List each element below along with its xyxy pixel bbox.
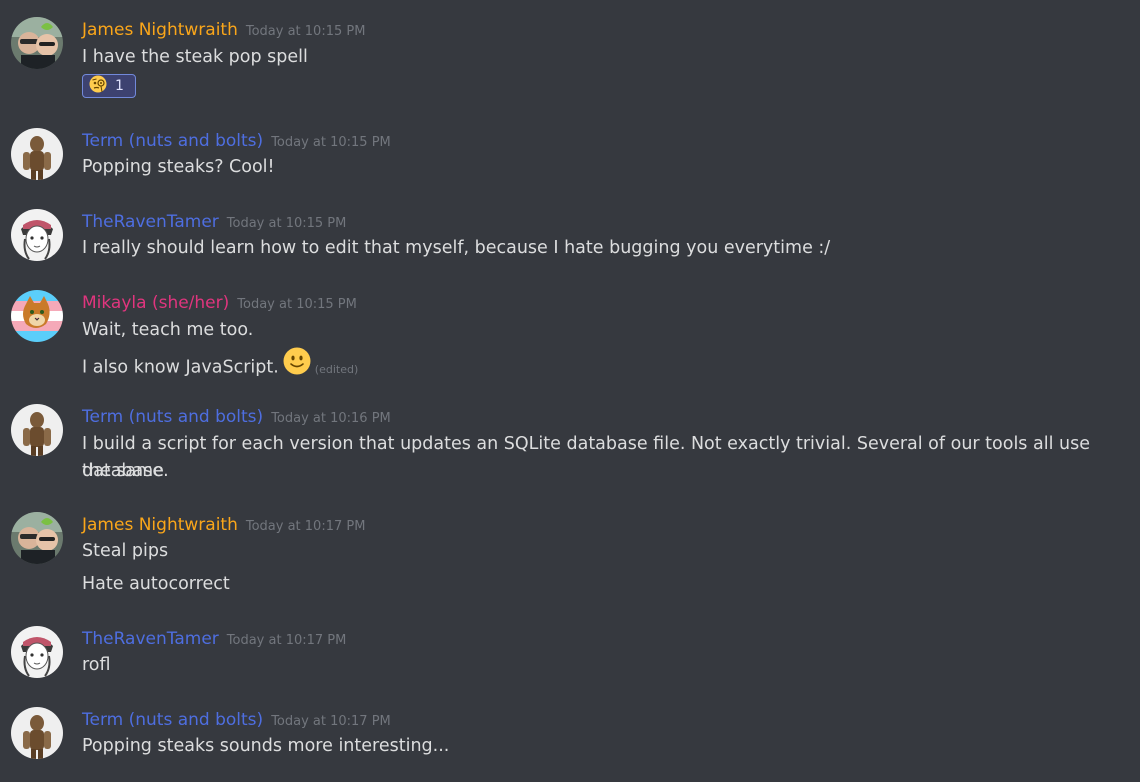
james-avatar-icon[interactable] — [11, 17, 63, 69]
chat-message-list: James Nightwraith Today at 10:15 PM I hav… — [0, 0, 1140, 782]
term-avatar-icon[interactable] — [11, 404, 63, 456]
message-text: database. — [82, 461, 169, 481]
edited-label: (edited) — [314, 362, 359, 376]
author-name[interactable]: TheRavenTamer — [82, 629, 219, 649]
timestamp[interactable]: Today at 10:17 PM — [246, 519, 366, 534]
timestamp[interactable]: Today at 10:17 PM — [227, 633, 347, 648]
reaction-count: 1 — [115, 78, 124, 94]
author-name[interactable]: TheRavenTamer — [82, 212, 219, 232]
timestamp[interactable]: Today at 10:17 PM — [271, 714, 391, 729]
message-header: TheRavenTamer Today at 10:15 PM — [82, 209, 346, 235]
timestamp[interactable]: Today at 10:15 PM — [271, 135, 391, 150]
raven-avatar-icon[interactable] — [11, 626, 63, 678]
message-header: Term (nuts and bolts) Today at 10:16 PM — [82, 404, 391, 430]
message-text: Steal pips — [82, 541, 169, 561]
message-text-line: I also know JavaScript. (edited) — [82, 347, 1122, 386]
slightly-smiling-face-icon — [283, 347, 311, 384]
timestamp[interactable]: Today at 10:15 PM — [237, 297, 357, 312]
author-name[interactable]: James Nightwraith — [82, 515, 238, 535]
message-header: Mikayla (she/her) Today at 10:15 PM — [82, 290, 357, 316]
message-text: I really should learn how to edit that m… — [82, 238, 831, 258]
author-name[interactable]: Term (nuts and bolts) — [82, 131, 263, 151]
author-name[interactable]: Term (nuts and bolts) — [82, 710, 263, 730]
author-name[interactable]: Term (nuts and bolts) — [82, 407, 263, 427]
message-header: James Nightwraith Today at 10:17 PM — [82, 512, 365, 538]
message-text: Hate autocorrect — [82, 574, 230, 594]
author-name[interactable]: James Nightwraith — [82, 20, 238, 40]
term-avatar-icon[interactable] — [11, 707, 63, 759]
message-header: TheRavenTamer Today at 10:17 PM — [82, 626, 346, 652]
reaction-button[interactable]: 1 — [82, 74, 136, 98]
timestamp[interactable]: Today at 10:15 PM — [227, 216, 347, 231]
message-text: Popping steaks sounds more interesting..… — [82, 736, 450, 756]
timestamp[interactable]: Today at 10:15 PM — [246, 24, 366, 39]
message-header: Term (nuts and bolts) Today at 10:17 PM — [82, 707, 391, 733]
author-name[interactable]: Mikayla (she/her) — [82, 293, 229, 313]
message-text: I have the steak pop spell — [82, 47, 308, 67]
message-text: Popping steaks? Cool! — [82, 157, 275, 177]
message-text: Wait, teach me too. — [82, 320, 254, 340]
message-text: rofl — [82, 655, 111, 675]
mikayla-avatar-icon[interactable] — [11, 290, 63, 342]
message-text: I also know JavaScript. — [82, 357, 279, 378]
message-header: Term (nuts and bolts) Today at 10:15 PM — [82, 128, 391, 154]
timestamp[interactable]: Today at 10:16 PM — [271, 411, 391, 426]
raven-avatar-icon[interactable] — [11, 209, 63, 261]
face-with-monocle-icon — [89, 75, 107, 97]
term-avatar-icon[interactable] — [11, 128, 63, 180]
message-header: James Nightwraith Today at 10:15 PM — [82, 17, 365, 43]
james-avatar-icon[interactable] — [11, 512, 63, 564]
